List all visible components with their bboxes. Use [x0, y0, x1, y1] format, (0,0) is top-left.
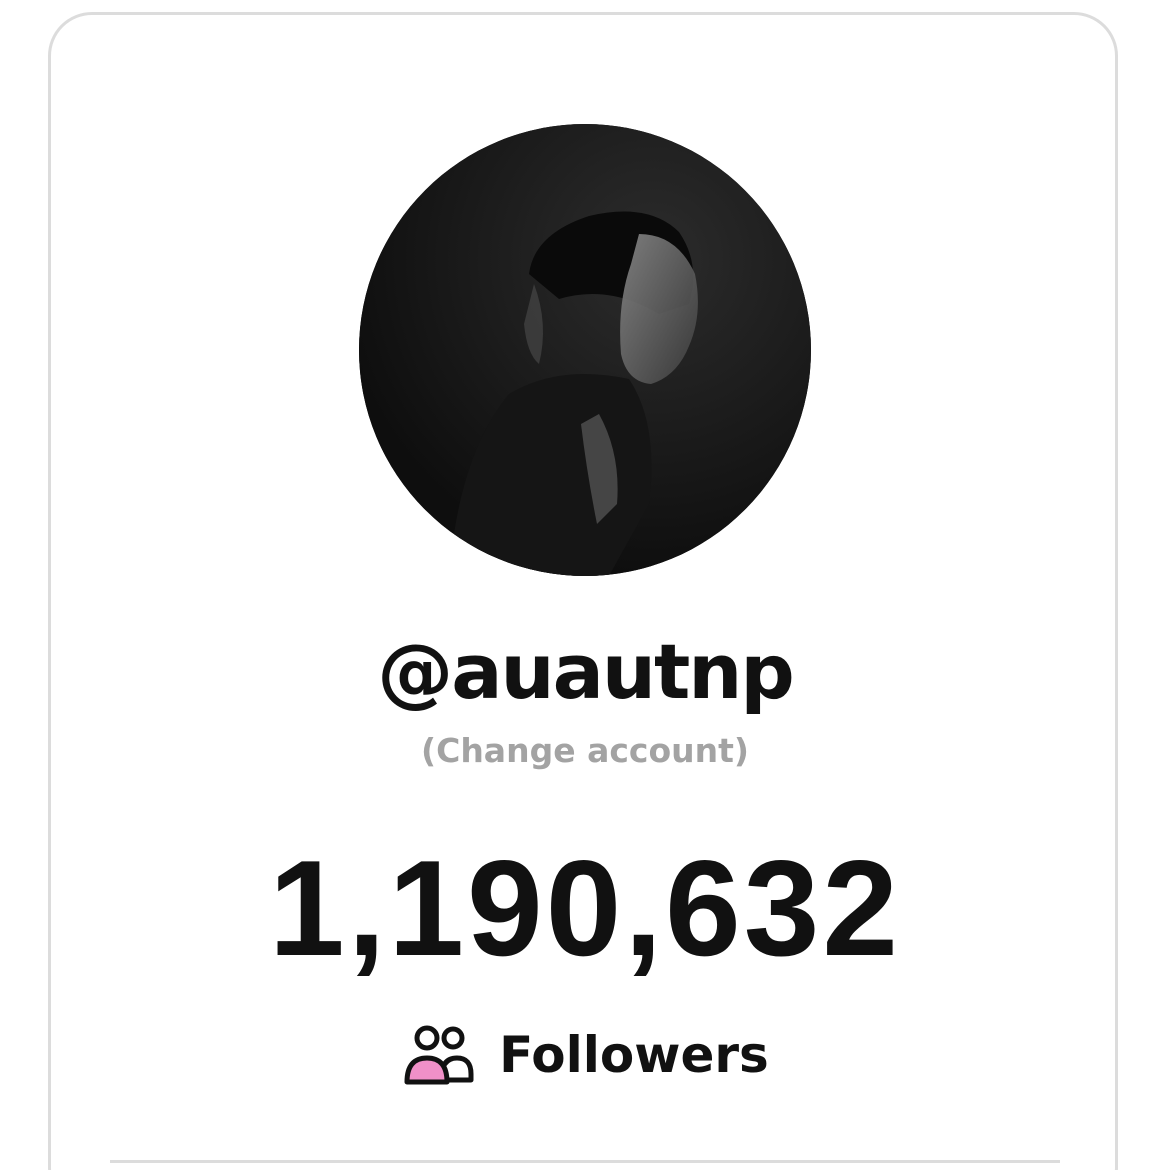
followers-icon — [404, 1025, 474, 1085]
page: @auautnp (Change account) 1,190,632 Foll… — [0, 0, 1170, 1170]
username: @auautnp — [377, 627, 795, 716]
divider — [110, 1160, 1060, 1163]
followers-row: Followers — [0, 1022, 1170, 1088]
followers-count: 1,190,632 — [268, 832, 902, 984]
followers-label: Followers — [499, 1026, 769, 1084]
change-account-link[interactable]: (Change account) — [0, 734, 1170, 767]
avatar — [359, 124, 811, 576]
